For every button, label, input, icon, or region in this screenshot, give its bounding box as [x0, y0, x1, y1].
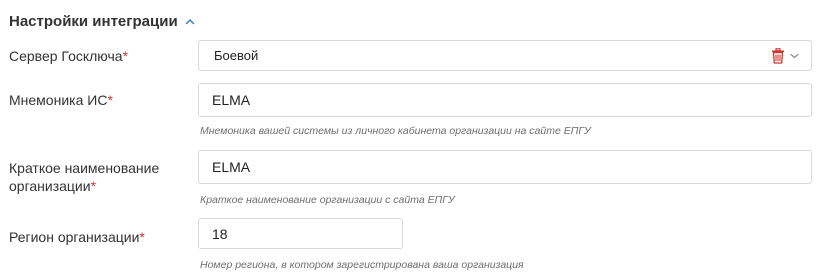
org-short-name-label: Краткое наименование организации*	[9, 159, 159, 195]
region-input[interactable]	[199, 219, 402, 248]
mnemonic-label-text: Мнемоника ИС	[9, 92, 108, 108]
required-marker: *	[107, 92, 113, 108]
trash-icon[interactable]	[771, 47, 785, 64]
chevron-up-icon[interactable]	[185, 16, 195, 26]
required-marker: *	[122, 48, 129, 64]
region-label-text: Регион организации	[9, 229, 140, 245]
server-label-text: Сервер Госключа	[9, 48, 123, 64]
org-short-name-hint: Краткое наименование организации с сайта…	[200, 194, 455, 206]
region-input-wrapper	[198, 218, 403, 249]
section-header[interactable]: Настройки интеграции	[9, 11, 195, 31]
server-label: Сервер Госключа*	[9, 47, 128, 65]
required-marker: *	[90, 178, 97, 194]
org-short-name-label-line1: Краткое наименование	[9, 160, 160, 176]
org-short-name-input[interactable]	[199, 151, 811, 183]
server-select-value: Боевой	[214, 48, 259, 63]
server-select[interactable]: Боевой	[198, 40, 812, 71]
org-short-name-label-line2: организации	[9, 178, 91, 194]
mnemonic-hint: Мнемоника вашей системы из личного кабин…	[200, 125, 591, 137]
section-title: Настройки интеграции	[9, 12, 178, 30]
region-label: Регион организации*	[9, 228, 145, 246]
org-short-name-input-wrapper	[198, 150, 812, 184]
chevron-down-icon[interactable]	[790, 53, 799, 59]
required-marker: *	[139, 229, 145, 245]
mnemonic-input-wrapper	[198, 83, 812, 117]
region-hint: Номер региона, в котором зарегистрирован…	[200, 259, 524, 271]
mnemonic-label: Мнемоника ИС*	[9, 91, 113, 109]
mnemonic-input[interactable]	[199, 84, 811, 116]
